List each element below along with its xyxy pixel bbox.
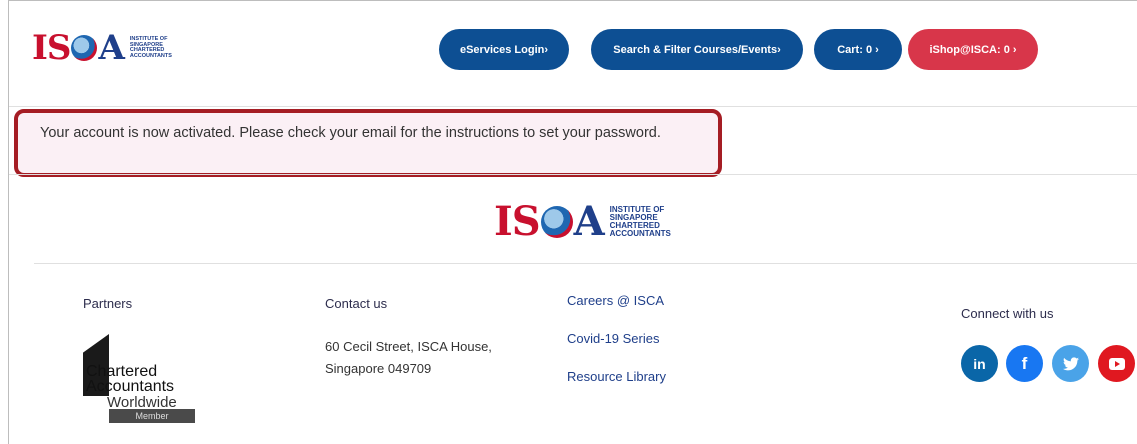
activation-alert: Your account is now activated. Please ch… bbox=[14, 109, 722, 177]
footer-divider bbox=[34, 263, 1137, 264]
lion-globe-icon bbox=[540, 205, 573, 238]
youtube-play-glyph bbox=[1108, 357, 1125, 370]
lion-globe-icon bbox=[71, 35, 98, 61]
alert-divider bbox=[9, 174, 1137, 175]
resource-library-link[interactable]: Resource Library bbox=[567, 369, 666, 384]
isca-logo-words: INSTITUTE OF SINGAPORE CHARTERED ACCOUNT… bbox=[129, 36, 172, 59]
header-divider bbox=[9, 106, 1137, 107]
facebook-icon[interactable]: f bbox=[1006, 345, 1043, 382]
ishop-button[interactable]: iShop@ISCA: 0 › bbox=[908, 29, 1038, 70]
isca-logo-words: INSTITUTE OF SINGAPORE CHARTERED ACCOUNT… bbox=[609, 204, 671, 238]
contact-address: 60 Cecil Street, ISCA House, Singapore 0… bbox=[325, 339, 492, 376]
isca-logo-mark: IS A bbox=[494, 198, 605, 245]
search-filter-button[interactable]: Search & Filter Courses/Events› bbox=[591, 29, 803, 70]
caw-logo-text: Chartered Accountants bbox=[86, 363, 175, 395]
covid-series-link[interactable]: Covid-19 Series bbox=[567, 331, 660, 346]
cart-button[interactable]: Cart: 0 › bbox=[814, 29, 902, 70]
isca-logo-footer[interactable]: IS A INSTITUTE OF SINGAPORE CHARTERED ACC… bbox=[494, 198, 671, 245]
caw-member-badge: Member bbox=[109, 409, 195, 423]
twitter-bird-glyph bbox=[1062, 356, 1079, 370]
connect-heading: Connect with us bbox=[961, 306, 1054, 321]
youtube-icon[interactable] bbox=[1098, 345, 1135, 382]
linkedin-icon[interactable]: in bbox=[961, 345, 998, 382]
eservices-login-button[interactable]: eServices Login› bbox=[439, 29, 569, 70]
alert-message: Your account is now activated. Please ch… bbox=[40, 125, 661, 141]
caw-member-logo[interactable]: Chartered Accountants Worldwide Member bbox=[83, 334, 195, 424]
isca-logo-header[interactable]: IS A INSTITUTE OF SINGAPORE CHARTERED ACC… bbox=[32, 28, 172, 68]
partners-heading: Partners bbox=[83, 296, 133, 311]
isca-logo-mark: IS A bbox=[32, 28, 125, 68]
careers-link[interactable]: Careers @ ISCA bbox=[567, 293, 664, 308]
contact-heading: Contact us bbox=[325, 296, 388, 311]
twitter-icon[interactable] bbox=[1052, 345, 1089, 382]
